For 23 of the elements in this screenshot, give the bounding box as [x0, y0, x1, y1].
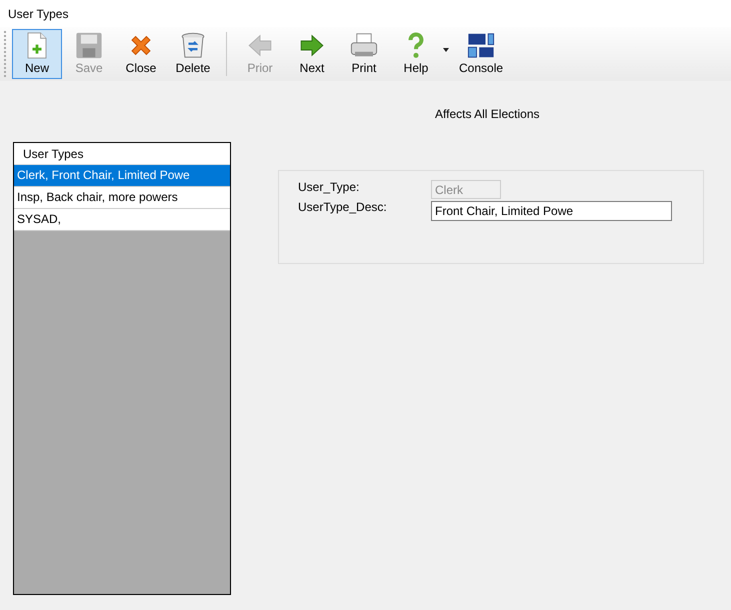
input-field[interactable]: Front Chair, Limited Powe — [431, 201, 672, 221]
printer-icon — [349, 32, 379, 59]
right-arrow-icon — [298, 32, 326, 59]
next-button[interactable]: Next — [287, 29, 337, 79]
list-header: User Types — [14, 143, 230, 165]
window-title: User Types — [8, 6, 68, 20]
question-mark-icon — [406, 32, 426, 59]
help-button[interactable]: Help — [391, 29, 441, 79]
new-button[interactable]: New — [12, 29, 62, 79]
delete-button[interactable]: Delete — [168, 29, 218, 79]
field-label: UserType_Desc: — [297, 200, 388, 214]
caption-text: Affects All Elections — [435, 107, 540, 121]
list-row[interactable]: Insp, Back chair, more powers — [14, 187, 230, 209]
console-button[interactable]: Console — [455, 29, 508, 79]
field-label: User_Type: — [297, 180, 360, 194]
caret-icon[interactable] — [443, 48, 449, 52]
list-row[interactable]: Clerk, Front Chair, Limited Powe — [14, 165, 230, 187]
close-button[interactable]: Close — [116, 29, 166, 79]
list-row[interactable]: SYSAD, — [14, 209, 230, 231]
console-icon — [466, 32, 496, 59]
left-arrow-icon — [246, 32, 274, 59]
recycle-bin-icon — [179, 32, 207, 59]
print-button[interactable]: Print — [339, 29, 389, 79]
